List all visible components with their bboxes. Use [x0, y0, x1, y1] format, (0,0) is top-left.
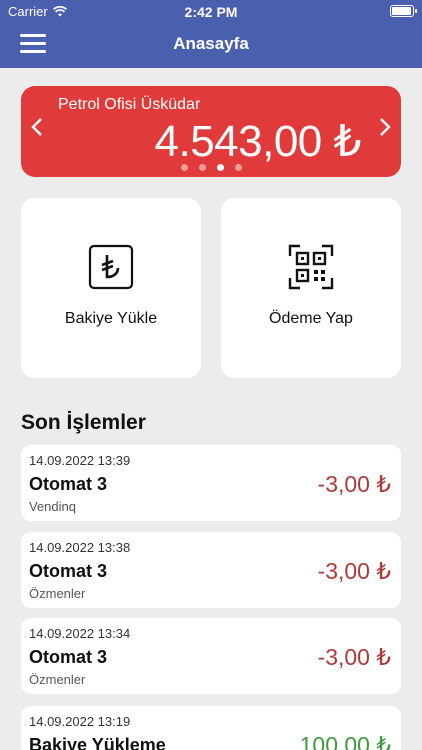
transaction-merchant: Vendinq: [29, 499, 76, 514]
transaction-date: 14.09.2022 13:19: [29, 714, 131, 729]
transaction-row[interactable]: 14.09.2022 13:39 Otomat 3 Vendinq -3,00 …: [21, 445, 401, 521]
top-up-label: Bakiye Yükle: [64, 310, 158, 327]
clock: 2:42 PM: [184, 4, 238, 20]
qr-code-icon: [288, 244, 334, 290]
transaction-amount: -3,00 ₺: [317, 644, 391, 670]
page-indicator[interactable]: [21, 164, 401, 171]
page-dot[interactable]: [180, 164, 188, 171]
station-name: Petrol Ofisi Üsküdar: [58, 96, 201, 113]
page-dot[interactable]: [234, 164, 242, 171]
make-payment-label: Ödeme Yap: [269, 310, 353, 327]
transaction-row[interactable]: 14.09.2022 13:38 Otomat 3 Özmenler -3,00…: [21, 532, 401, 608]
balance-card[interactable]: Petrol Ofisi Üsküdar 4.543,00 ₺: [21, 86, 401, 177]
lira-icon: [88, 244, 134, 290]
transaction-row[interactable]: 14.09.2022 13:34 Otomat 3 Özmenler -3,00…: [21, 618, 401, 694]
battery-fill: [392, 7, 411, 15]
transaction-date: 14.09.2022 13:38: [29, 540, 131, 555]
page-dot[interactable]: [198, 164, 206, 171]
transaction-amount: 100,00 ₺: [299, 732, 391, 750]
transaction-title: Otomat 3: [29, 647, 108, 667]
battery-icon: [390, 5, 417, 17]
chevron-left-icon[interactable]: [31, 116, 43, 144]
transaction-merchant: Özmenler: [29, 672, 86, 687]
top-bar: Carrier 2:42 PM Anasayfa: [0, 0, 422, 68]
transaction-title: Bakiye Yükleme: [29, 735, 166, 750]
transaction-row[interactable]: 14.09.2022 13:19 Bakiye Yükleme 100,00 ₺: [21, 706, 401, 750]
transaction-merchant: Özmenler: [29, 586, 86, 601]
transaction-date: 14.09.2022 13:39: [29, 453, 131, 468]
make-payment-button[interactable]: Ödeme Yap: [221, 198, 401, 378]
transaction-title: Otomat 3: [29, 561, 108, 581]
page-dot[interactable]: [216, 164, 224, 171]
chevron-right-icon[interactable]: [379, 116, 391, 144]
top-up-balance-button[interactable]: Bakiye Yükle: [21, 198, 201, 378]
balance-amount: 4.543,00 ₺: [154, 117, 362, 166]
transaction-amount: -3,00 ₺: [317, 558, 391, 584]
status-bar: Carrier 2:42 PM: [0, 0, 422, 24]
transaction-title: Otomat 3: [29, 474, 108, 494]
recent-transactions-title: Son İşlemler: [21, 411, 146, 434]
transaction-date: 14.09.2022 13:34: [29, 626, 131, 641]
page-title: Anasayfa: [173, 34, 249, 53]
transaction-amount: -3,00 ₺: [317, 471, 391, 497]
